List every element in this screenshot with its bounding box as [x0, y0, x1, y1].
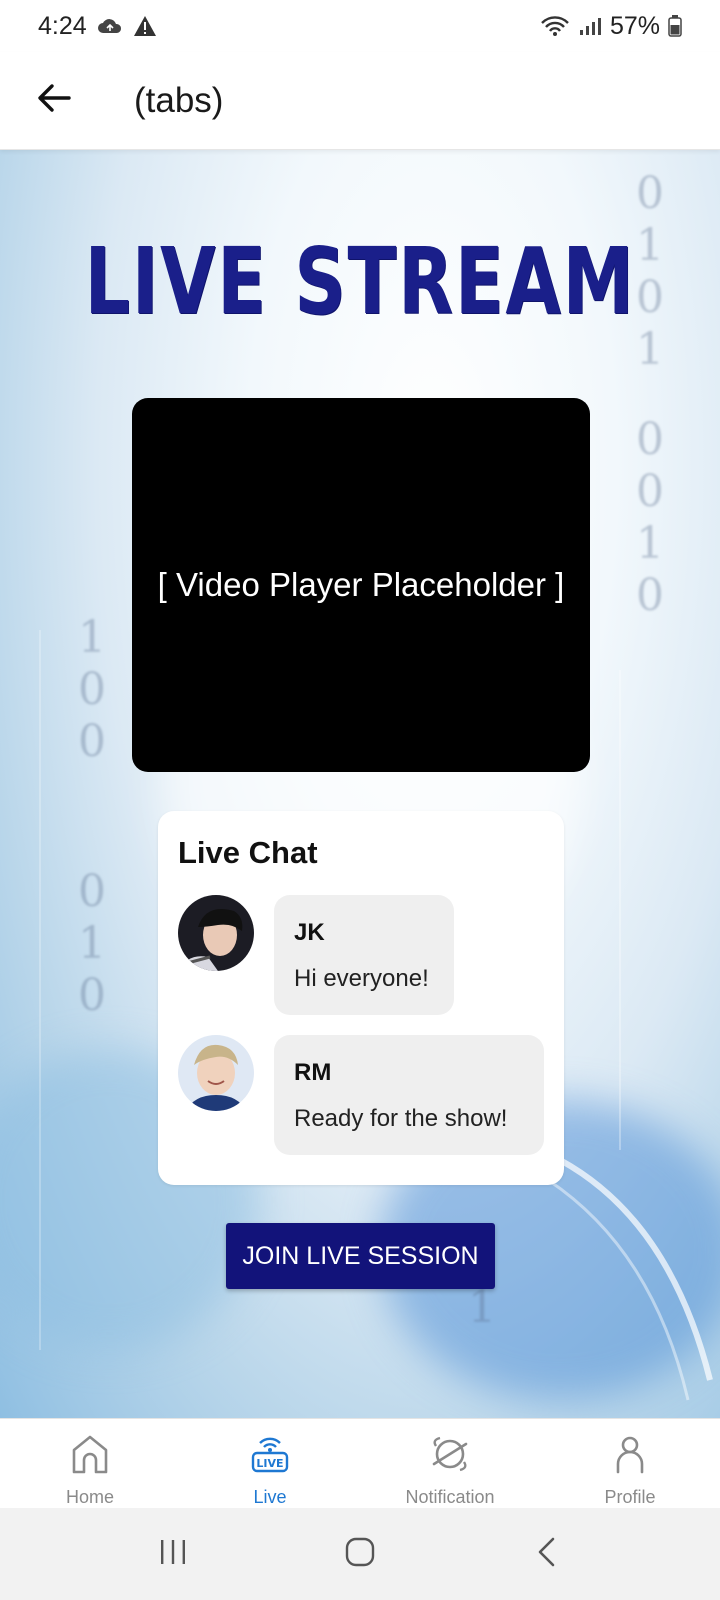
avatar [178, 895, 254, 971]
system-nav-bar [0, 1508, 720, 1600]
battery-icon [668, 15, 682, 37]
recent-apps-icon [158, 1538, 188, 1571]
live-stream-title: LIVE STREAM [84, 228, 636, 335]
status-left: 4:24 [38, 12, 157, 41]
page-title: (tabs) [134, 80, 224, 120]
app-bar: (tabs) [0, 52, 720, 150]
tab-profile[interactable]: Profile [540, 1419, 720, 1508]
signal-icon [578, 16, 602, 36]
live-chat-card: Live Chat JK Hi everyone! RM Ready for t… [158, 811, 564, 1185]
tab-label: Profile [604, 1487, 656, 1507]
tab-label: Notification [405, 1487, 495, 1507]
warning-icon [133, 15, 157, 37]
tab-notification[interactable]: Notification [360, 1419, 540, 1508]
tab-label: Home [65, 1487, 114, 1507]
bottom-nav: Home LIVE Live Notification Profile [0, 1418, 720, 1508]
battery-percentage: 57% [609, 11, 660, 40]
status-time: 4:24 [38, 11, 87, 40]
video-player[interactable]: [ Video Player Placeholder ] [132, 398, 590, 772]
home-circle-icon [344, 1536, 376, 1573]
home-system-button[interactable] [320, 1524, 400, 1584]
wifi-icon [540, 15, 570, 37]
back-button[interactable] [24, 71, 84, 131]
back-system-button[interactable] [507, 1524, 587, 1584]
live-stream-content: 0101 0010 100 010 11 LIVE STREAM [ Video… [0, 150, 720, 1418]
home-icon [67, 1431, 113, 1477]
join-live-session-button[interactable]: JOIN LIVE SESSION [226, 1223, 495, 1289]
tab-label: Live [253, 1487, 287, 1507]
chat-message-text: Ready for the show! [294, 1105, 508, 1132]
chat-message-text: Hi everyone! [294, 965, 429, 992]
svg-text:LIVE: LIVE [256, 1457, 283, 1470]
profile-icon [607, 1431, 653, 1477]
chat-sender-name: RM [294, 1059, 332, 1086]
tab-live[interactable]: LIVE Live [180, 1419, 360, 1508]
status-right: 57% [540, 12, 682, 41]
cloud-sync-icon [97, 16, 123, 36]
arrow-left-icon [37, 83, 71, 118]
chat-sender-name: JK [294, 919, 325, 946]
chat-message: JK Hi everyone! [178, 895, 454, 1015]
video-placeholder-text: [ Video Player Placeholder ] [157, 566, 565, 603]
live-icon: LIVE [247, 1431, 293, 1477]
chat-message: RM Ready for the show! [178, 1035, 544, 1155]
status-bar: 4:24 57% [0, 0, 720, 52]
tab-home[interactable]: Home [0, 1419, 180, 1508]
chat-bubble: JK Hi everyone! [274, 895, 454, 1015]
live-chat-title: Live Chat [178, 835, 318, 870]
chat-bubble: RM Ready for the show! [274, 1035, 544, 1155]
chevron-left-icon [535, 1536, 559, 1573]
recent-apps-button[interactable] [133, 1524, 213, 1584]
notification-icon [427, 1431, 473, 1477]
avatar [178, 1035, 254, 1111]
